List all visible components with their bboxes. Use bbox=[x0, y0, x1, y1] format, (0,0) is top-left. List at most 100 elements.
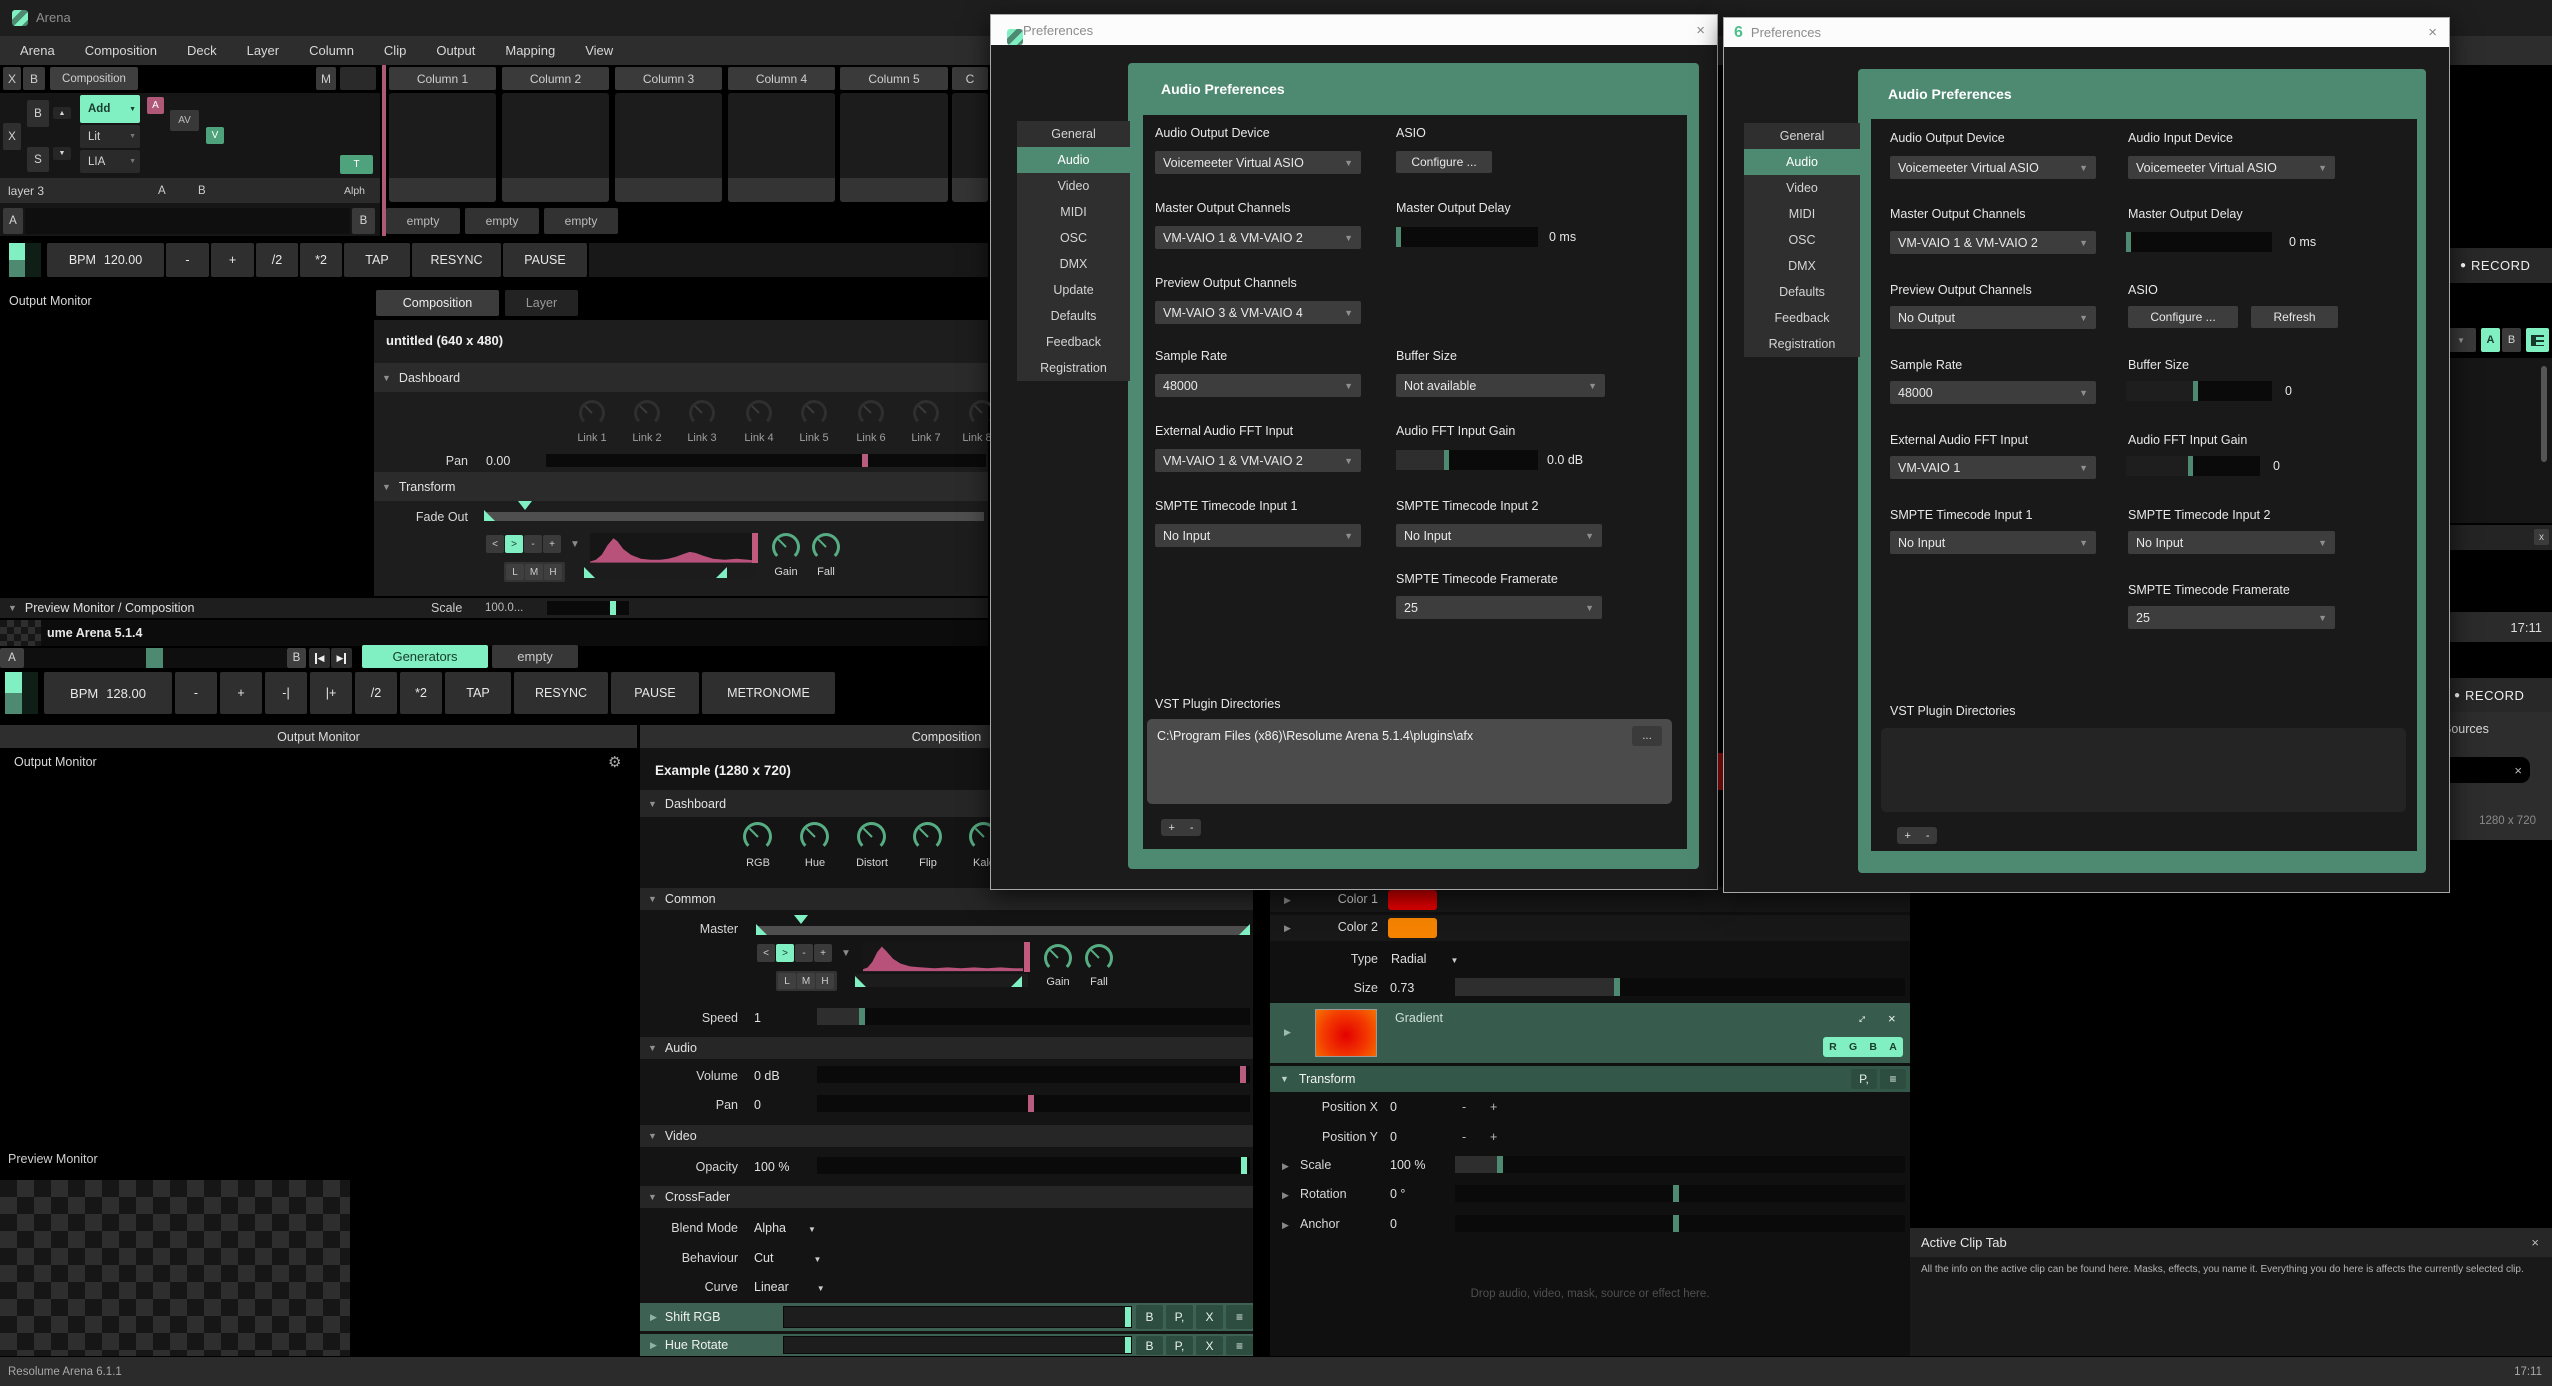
clip-tab-empty-3[interactable]: empty bbox=[544, 208, 618, 234]
layer2-bar[interactable] bbox=[25, 208, 350, 234]
link4-knob[interactable] bbox=[746, 400, 772, 426]
gradient-row[interactable]: ▶ Gradient ↔ × R G B A bbox=[1270, 1003, 1910, 1063]
tab-video[interactable]: Video bbox=[1017, 173, 1130, 199]
column-2-header[interactable]: Column 2 bbox=[502, 67, 609, 90]
fall-knob-2[interactable] bbox=[1085, 944, 1113, 972]
crossfader-track[interactable] bbox=[24, 648, 287, 668]
hue-knob[interactable] bbox=[800, 822, 829, 851]
g-channel-button[interactable]: G bbox=[1849, 1041, 1857, 1053]
effect-p-button[interactable]: P, bbox=[1166, 1305, 1193, 1329]
transform-p-button[interactable]: P, bbox=[1851, 1069, 1877, 1089]
clear-search-icon[interactable]: × bbox=[2514, 763, 2522, 778]
position-x-minus[interactable]: - bbox=[1462, 1100, 1466, 1114]
chevron-down-icon[interactable]: ▼ bbox=[570, 539, 580, 550]
deck2-a-cell[interactable]: A bbox=[0, 648, 24, 668]
pan-slider-thumb[interactable] bbox=[862, 454, 868, 467]
layer-s-button[interactable]: S bbox=[27, 147, 49, 172]
fft-dropdown[interactable]: VM-VAIO 1▼ bbox=[1890, 456, 2096, 479]
layer-x-button[interactable]: X bbox=[3, 123, 21, 150]
high-band-button[interactable]: H bbox=[544, 564, 562, 580]
mod-slider[interactable] bbox=[2126, 232, 2272, 252]
fft-dropdown[interactable]: VM-VAIO 1 & VM-VAIO 2▼ bbox=[1155, 449, 1361, 472]
tab-audio[interactable]: Audio bbox=[1017, 147, 1130, 173]
menu-mapping[interactable]: Mapping bbox=[505, 43, 555, 58]
remove-directory-button[interactable]: - bbox=[1926, 830, 1930, 842]
preview-monitor-bar[interactable]: ▼ Preview Monitor / Composition Scale 10… bbox=[0, 598, 988, 618]
dashboard-header[interactable]: ▼Dashboard bbox=[374, 363, 988, 392]
fft-range-slider[interactable] bbox=[584, 565, 756, 578]
gain-knob-2[interactable] bbox=[1044, 944, 1072, 972]
clip-cell[interactable] bbox=[389, 93, 496, 202]
volume-slider[interactable] bbox=[817, 1066, 1250, 1083]
fft-minus-button[interactable]: - bbox=[524, 535, 542, 553]
distort-knob[interactable] bbox=[857, 822, 886, 851]
scrollbar[interactable] bbox=[2541, 366, 2547, 462]
fft-minus-button[interactable]: - bbox=[795, 944, 813, 962]
poc-dropdown[interactable]: VM-VAIO 3 & VM-VAIO 4▼ bbox=[1155, 301, 1361, 324]
transform-header[interactable]: ▼Transform bbox=[374, 472, 988, 501]
fade-out-slider[interactable] bbox=[484, 512, 984, 521]
add-directory-button[interactable]: + bbox=[1904, 830, 1910, 842]
mid-band-button[interactable]: M bbox=[797, 973, 815, 989]
bpm2-display[interactable]: BPM128.00 bbox=[44, 672, 172, 714]
gain-slider[interactable] bbox=[2126, 456, 2260, 476]
audio-section-header[interactable]: ▼Audio bbox=[640, 1037, 1253, 1059]
effect-p-button[interactable]: P, bbox=[1166, 1336, 1193, 1355]
tab-video[interactable]: Video bbox=[1744, 175, 1860, 201]
gain-slider[interactable] bbox=[1396, 450, 1538, 470]
fft-prev-button[interactable]: < bbox=[486, 535, 504, 553]
layer-down-button[interactable]: ▼ bbox=[53, 147, 71, 160]
effect-bypass-button[interactable]: B bbox=[1136, 1336, 1163, 1355]
pan2-slider-thumb[interactable] bbox=[1028, 1095, 1034, 1112]
autopilot-a-badge[interactable]: A bbox=[147, 97, 164, 114]
menu-arena[interactable]: Arena bbox=[20, 43, 55, 58]
position-y-plus[interactable]: + bbox=[1490, 1130, 1497, 1144]
close-icon[interactable]: × bbox=[2428, 24, 2437, 41]
scale-slider[interactable] bbox=[547, 601, 629, 615]
deck2-b-cell[interactable]: B bbox=[287, 648, 306, 668]
effect-remove-button[interactable]: X bbox=[1196, 1305, 1223, 1329]
master-marker[interactable] bbox=[794, 915, 808, 924]
skip-next-button[interactable]: ▶ bbox=[331, 648, 352, 668]
crossfader-b-header[interactable]: B bbox=[23, 67, 45, 90]
pause-button-2[interactable]: PAUSE bbox=[611, 672, 699, 714]
effect-menu-button[interactable]: ≡ bbox=[1226, 1336, 1253, 1355]
effect-remove-button[interactable]: X bbox=[1196, 1336, 1223, 1355]
expand-icon[interactable]: ↔ bbox=[1854, 1010, 1867, 1025]
fft-next-button[interactable]: > bbox=[505, 535, 523, 553]
low-band-button[interactable]: L bbox=[506, 564, 524, 580]
tab-layer[interactable]: Layer bbox=[505, 290, 578, 316]
type-value[interactable]: Radial▼ bbox=[1391, 952, 1458, 966]
pan-value[interactable]: 0.00 bbox=[486, 454, 510, 468]
deck-a-toggle[interactable]: A bbox=[2481, 328, 2500, 352]
clip-cell[interactable] bbox=[728, 93, 835, 202]
expand-arrow-icon[interactable]: ▶ bbox=[1282, 1161, 1289, 1172]
record-button[interactable]: ● RECORD bbox=[2446, 248, 2552, 283]
tab-general[interactable]: General bbox=[1017, 121, 1130, 147]
bpm-plus-button[interactable]: + bbox=[211, 243, 254, 277]
effect-hue-rotate-slider[interactable] bbox=[783, 1336, 1132, 1354]
close-icon[interactable]: × bbox=[1888, 1011, 1896, 1026]
poc-dropdown[interactable]: No Output▼ bbox=[1890, 306, 2096, 329]
speed-slider[interactable] bbox=[817, 1008, 1250, 1025]
link2-knob[interactable] bbox=[634, 400, 660, 426]
blend-lit-dropdown[interactable]: Lit▼ bbox=[80, 125, 140, 148]
clip-scale-slider[interactable] bbox=[1455, 1156, 1905, 1173]
opacity-value[interactable]: 100 % bbox=[754, 1160, 789, 1174]
high-band-button[interactable]: H bbox=[816, 973, 834, 989]
tab-registration[interactable]: Registration bbox=[1017, 355, 1130, 381]
effect-menu-button[interactable]: ≡ bbox=[1226, 1305, 1253, 1329]
crossfader-thumb[interactable] bbox=[146, 648, 163, 668]
position-y-minus[interactable]: - bbox=[1462, 1130, 1466, 1144]
asio-configure-button[interactable]: Configure ... bbox=[2128, 306, 2238, 328]
column-6-header[interactable]: C bbox=[952, 67, 988, 90]
bpm2-minus-button[interactable]: - bbox=[175, 672, 217, 714]
pan-slider[interactable] bbox=[546, 454, 986, 467]
tab-osc[interactable]: OSC bbox=[1017, 225, 1130, 251]
menu-composition[interactable]: Composition bbox=[85, 43, 157, 58]
video-section-header[interactable]: ▼Video bbox=[640, 1125, 1253, 1147]
grid-view-toggle[interactable] bbox=[2526, 328, 2549, 352]
tab-composition[interactable]: Composition bbox=[376, 290, 499, 316]
pan2-value[interactable]: 0 bbox=[754, 1098, 761, 1112]
deck-b-toggle[interactable]: B bbox=[2502, 328, 2521, 352]
